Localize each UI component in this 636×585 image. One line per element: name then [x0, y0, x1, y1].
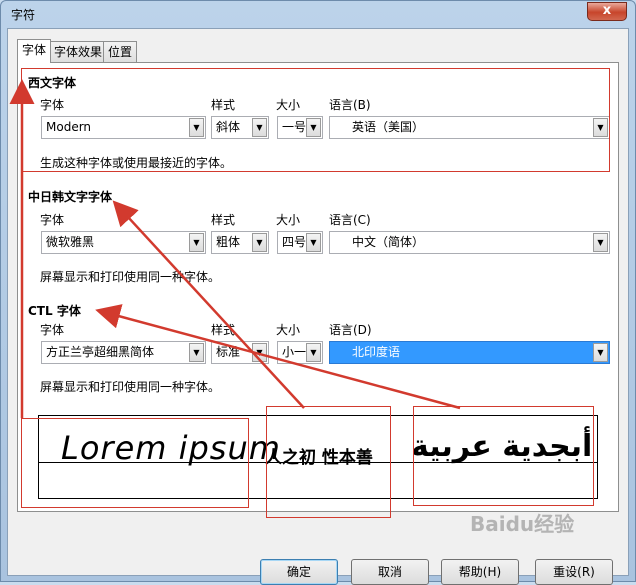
asian-language-select[interactable]: 中文（简体） ▼: [329, 231, 610, 254]
asian-font-value: 微软雅黑: [46, 235, 95, 249]
tab-font[interactable]: 字体: [17, 39, 52, 63]
western-language-select[interactable]: 英语（美国） ▼: [329, 116, 610, 139]
ctl-hint: 屏幕显示和打印使用同一种字体。: [40, 380, 221, 394]
chevron-down-icon[interactable]: ▼: [306, 233, 321, 252]
ctl-font-label: 字体: [40, 323, 65, 337]
chevron-down-icon[interactable]: ▼: [306, 118, 321, 137]
preview-latin-text: Lorem ipsum: [61, 429, 281, 467]
font-panel: 西文字体 字体 样式 大小 语言(B) Modern ▼ 斜体 ▼ 一号 ▼ 英…: [17, 62, 619, 512]
chevron-down-icon[interactable]: ▼: [252, 118, 267, 137]
preview-arabic-text: أبجدية عربية: [411, 429, 593, 464]
western-size-label: 大小: [276, 98, 301, 112]
ctl-language-label: 语言(D): [329, 323, 372, 337]
chevron-down-icon[interactable]: ▼: [593, 118, 608, 137]
chevron-down-icon[interactable]: ▼: [189, 118, 204, 137]
western-font-value: Modern: [46, 120, 92, 134]
chevron-down-icon[interactable]: ▼: [252, 343, 267, 362]
chevron-down-icon[interactable]: ▼: [593, 343, 608, 362]
asian-size-select[interactable]: 四号 ▼: [277, 231, 323, 254]
ctl-section-title: CTL 字体: [28, 304, 81, 318]
close-icon: x: [602, 3, 612, 18]
chevron-down-icon[interactable]: ▼: [189, 233, 204, 252]
western-style-select[interactable]: 斜体 ▼: [211, 116, 269, 139]
western-style-label: 样式: [211, 98, 236, 112]
help-button[interactable]: 帮助(H): [441, 559, 519, 585]
chevron-down-icon[interactable]: ▼: [306, 343, 321, 362]
ctl-style-label: 样式: [211, 323, 236, 337]
window-title: 字符: [11, 8, 36, 22]
close-button[interactable]: x: [587, 2, 627, 21]
asian-language-value: 中文（简体）: [352, 235, 425, 249]
western-size-value: 一号: [282, 120, 307, 134]
asian-font-select[interactable]: 微软雅黑 ▼: [41, 231, 206, 254]
western-section-title: 西文字体: [28, 76, 77, 90]
tab-font-effects[interactable]: 字体效果: [49, 41, 108, 62]
western-style-value: 斜体: [216, 120, 241, 134]
western-size-select[interactable]: 一号 ▼: [277, 116, 323, 139]
chevron-down-icon[interactable]: ▼: [593, 233, 608, 252]
ctl-font-select[interactable]: 方正兰亭超细黑简体 ▼: [41, 341, 206, 364]
cancel-button[interactable]: 取消: [351, 559, 429, 585]
ctl-language-value: 北印度语: [352, 345, 401, 359]
western-font-label: 字体: [40, 98, 65, 112]
chevron-down-icon[interactable]: ▼: [252, 233, 267, 252]
ctl-style-value: 标准: [216, 345, 241, 359]
preview-cjk-text: 人之初 性本善: [265, 448, 373, 468]
ok-button[interactable]: 确定: [260, 559, 338, 585]
asian-font-label: 字体: [40, 213, 65, 227]
asian-language-label: 语言(C): [329, 213, 371, 227]
asian-size-label: 大小: [276, 213, 301, 227]
watermark: Baidu经验: [470, 512, 575, 536]
ctl-font-value: 方正兰亭超细黑简体: [46, 345, 155, 359]
asian-style-select[interactable]: 粗体 ▼: [211, 231, 269, 254]
ctl-language-select[interactable]: 北印度语 ▼: [329, 341, 610, 364]
reset-button[interactable]: 重设(R): [535, 559, 613, 585]
tab-position[interactable]: 位置: [103, 41, 138, 62]
asian-size-value: 四号: [282, 235, 307, 249]
chevron-down-icon[interactable]: ▼: [189, 343, 204, 362]
western-language-label: 语言(B): [329, 98, 371, 112]
asian-hint: 屏幕显示和打印使用同一种字体。: [40, 270, 221, 284]
asian-style-value: 粗体: [216, 235, 241, 249]
font-preview: Lorem ipsum 人之初 性本善 أبجدية عربية: [38, 415, 598, 499]
dialog-client: 字体 字体效果 位置 西文字体 字体 样式 大小 语言(B) Modern ▼ …: [7, 28, 629, 585]
asian-section-title: 中日韩文字字体: [28, 190, 113, 204]
ctl-size-value: 小一: [282, 345, 307, 359]
ctl-size-select[interactable]: 小一 ▼: [277, 341, 323, 364]
ctl-size-label: 大小: [276, 323, 301, 337]
western-font-select[interactable]: Modern ▼: [41, 116, 206, 139]
western-language-value: 英语（美国）: [352, 120, 425, 134]
ctl-style-select[interactable]: 标准 ▼: [211, 341, 269, 364]
western-hint: 生成这种字体或使用最接近的字体。: [40, 156, 233, 170]
asian-style-label: 样式: [211, 213, 236, 227]
